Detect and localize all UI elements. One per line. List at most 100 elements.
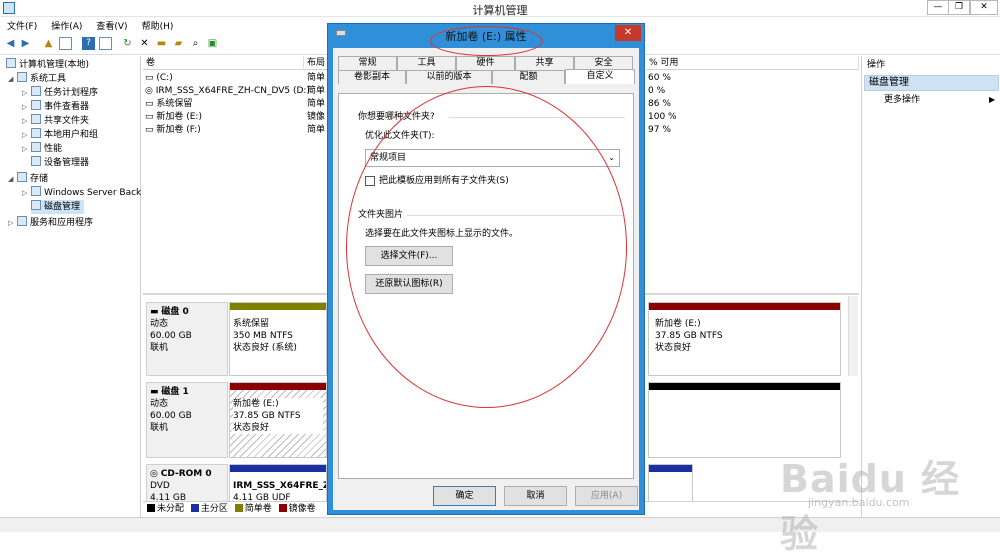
tree-item-local-users-groups[interactable]: ▷ 本地用户和组 — [22, 128, 98, 142]
shared-folder-icon — [31, 114, 41, 124]
computer-icon — [6, 58, 16, 68]
unallocated-space[interactable] — [648, 382, 841, 458]
column-header-volume[interactable]: 卷 — [143, 56, 304, 70]
legend-swatch-unallocated — [147, 504, 155, 512]
actions-pane: 操作 磁盘管理 更多操作 ▶ — [861, 56, 1000, 517]
mirror-volume-bar — [230, 383, 326, 390]
close-button[interactable]: ✕ — [970, 0, 998, 15]
back-arrow-icon[interactable]: ◀ — [4, 37, 17, 50]
table-row[interactable]: ▭ 系统保留 — [145, 98, 192, 111]
folder-icon[interactable]: ▬ — [155, 37, 168, 50]
group-divider — [407, 215, 625, 216]
tab-customize[interactable]: 自定义 — [565, 69, 635, 84]
expand-icon[interactable]: ▷ — [22, 86, 31, 100]
dialog-title: 新加卷 (E:) 属性 — [445, 30, 527, 43]
partition-system-reserved[interactable]: 系统保留 350 MB NTFS 状态良好 (系统) — [229, 302, 327, 376]
tree-item-system-tools[interactable]: ◢ 系统工具 — [8, 72, 66, 86]
expand-icon[interactable]: ▷ — [22, 186, 31, 200]
column-header-layout[interactable]: 布局 — [304, 56, 329, 70]
partition-new-volume-e-disk0[interactable]: 新加卷 (E:) 37.85 GB NTFS 状态良好 — [648, 302, 841, 376]
open-folder-icon[interactable]: ▰ — [172, 37, 185, 50]
tab-general[interactable]: 常规 — [338, 56, 397, 70]
search-icon[interactable]: ⌕ — [189, 37, 202, 50]
table-row[interactable]: ▭ (C:) — [145, 72, 173, 85]
dialog-close-button[interactable]: ✕ — [615, 25, 641, 41]
dvd-drive-icon: ◎ — [150, 469, 161, 479]
expand-icon[interactable]: ◢ — [8, 172, 17, 186]
expand-icon[interactable]: ▷ — [22, 142, 31, 156]
ok-button[interactable]: 确定 — [433, 486, 496, 506]
drive-icon: ▭ — [145, 99, 157, 109]
refresh-icon[interactable]: ↻ — [121, 37, 134, 50]
disk-0-label[interactable]: ▬ 磁盘 0 动态 60.00 GB 联机 — [146, 302, 228, 376]
tree-item-task-scheduler[interactable]: ▷ 任务计划程序 — [22, 86, 98, 100]
apply-button[interactable]: 应用(A) — [575, 486, 638, 506]
tools-icon — [17, 72, 27, 82]
disk-scrollbar[interactable] — [848, 296, 858, 376]
menu-help[interactable]: 帮助(H) — [135, 17, 181, 32]
tree-item-services-applications[interactable]: ▷ 服务和应用程序 — [8, 216, 93, 230]
choose-file-button[interactable]: 选择文件(F)... — [365, 246, 453, 266]
chevron-right-icon[interactable]: ▶ — [989, 95, 995, 104]
properties-icon[interactable] — [99, 37, 112, 50]
table-row[interactable]: ▭ 新加卷 (E:) — [145, 111, 202, 124]
expand-icon[interactable]: ▷ — [22, 128, 31, 142]
tree-item-windows-server-backup[interactable]: ▷ Windows Server Back — [22, 186, 141, 200]
partition-cdrom[interactable]: IRM_SSS_X64FRE_ZH-4.11 GB UDF — [229, 464, 327, 504]
column-header-free-percent[interactable]: % 可用 — [646, 56, 859, 70]
table-row[interactable]: ◎ IRM_SSS_X64FRE_ZH-CN_DV5 (D:) — [145, 85, 310, 98]
backup-icon — [31, 186, 41, 196]
menu-file[interactable]: 文件(F) — [0, 17, 44, 32]
more-actions-link[interactable]: 更多操作 — [884, 94, 920, 106]
volume-free: 86 % — [648, 99, 671, 109]
partition-new-volume-e-disk1[interactable]: 新加卷 (E:) 37.85 GB NTFS 状态良好 — [229, 382, 327, 458]
drive-icon: ▭ — [145, 112, 157, 122]
tree-item-disk-management[interactable]: 磁盘管理 — [31, 200, 85, 214]
up-folder-icon[interactable]: ▲ — [42, 37, 55, 50]
optimize-dropdown[interactable]: 常规项目 ⌄ — [365, 149, 620, 167]
actions-header: 操作 — [867, 60, 886, 70]
tab-sharing[interactable]: 共享 — [515, 56, 574, 70]
menu-view[interactable]: 查看(V) — [89, 17, 134, 32]
disk-icon: ▬ — [150, 307, 162, 317]
expand-icon[interactable]: ▷ — [22, 100, 31, 114]
tree-item-event-viewer[interactable]: ▷ 事件查看器 — [22, 100, 89, 114]
tab-hardware[interactable]: 硬件 — [456, 56, 515, 70]
tab-shadow-copies[interactable]: 卷影副本 — [338, 70, 406, 84]
tree-item-shared-folders[interactable]: ▷ 共享文件夹 — [22, 114, 89, 128]
table-row[interactable]: ▭ 新加卷 (F:) — [145, 124, 201, 137]
device-manager-icon — [31, 156, 41, 166]
maximize-button[interactable]: ❐ — [948, 0, 970, 15]
volume-layout: 简单 — [307, 99, 326, 109]
tree-item-performance[interactable]: ▷ 性能 — [22, 142, 62, 156]
tree-item-device-manager[interactable]: 设备管理器 — [31, 156, 89, 170]
tab-tools[interactable]: 工具 — [397, 56, 456, 70]
minimize-button[interactable]: — — [927, 0, 949, 15]
tree-item-storage[interactable]: ◢ 存储 — [8, 172, 48, 186]
legend-swatch-mirror — [278, 504, 287, 512]
window-title: 计算机管理 — [472, 4, 528, 17]
legend-swatch-simple — [234, 504, 243, 512]
apply-subfolders-checkbox[interactable] — [365, 176, 375, 186]
forward-arrow-icon[interactable]: ▶ — [19, 37, 32, 50]
settings-icon[interactable]: ▣ — [206, 37, 219, 50]
cancel-button[interactable]: 取消 — [504, 486, 567, 506]
title-bar: 计算机管理 — ❐ ✕ — [0, 0, 1000, 17]
tree-item-computer-management[interactable]: 计算机管理(本地) — [6, 58, 89, 72]
tab-quota[interactable]: 配额 — [492, 70, 565, 84]
disk-1-label[interactable]: ▬ 磁盘 1 动态 60.00 GB 联机 — [146, 382, 228, 458]
tab-security[interactable]: 安全 — [574, 56, 633, 70]
expand-icon[interactable]: ▷ — [8, 216, 17, 230]
optimize-label: 优化此文件夹(T): — [365, 131, 435, 141]
help-icon[interactable]: ? — [82, 37, 95, 50]
show-tree-icon[interactable] — [59, 37, 72, 50]
delete-icon[interactable]: ✕ — [138, 37, 151, 50]
expand-icon[interactable]: ▷ — [22, 114, 31, 128]
tab-previous-versions[interactable]: 以前的版本 — [406, 70, 492, 84]
disk-management-icon — [31, 200, 41, 210]
expand-icon[interactable]: ◢ — [8, 72, 17, 86]
actions-section-disk-management[interactable]: 磁盘管理 — [864, 75, 999, 91]
menu-action[interactable]: 操作(A) — [44, 17, 89, 32]
restore-default-icon-button[interactable]: 还原默认图标(R) — [365, 274, 453, 294]
volume-free: 100 % — [648, 112, 677, 122]
